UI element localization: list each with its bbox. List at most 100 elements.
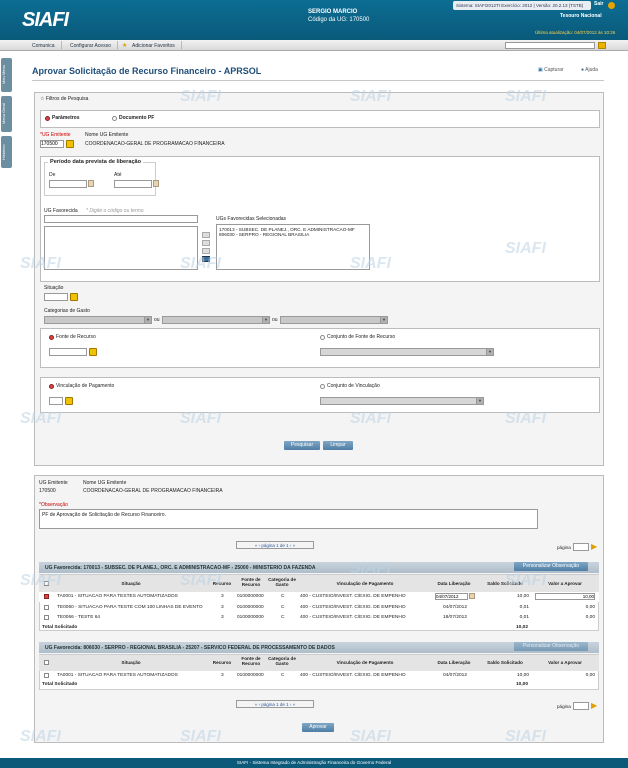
categoria-select-2[interactable]: ▼ bbox=[162, 316, 270, 324]
side-tab-historico[interactable]: Histórico bbox=[1, 136, 12, 168]
observacao-label: *Observação bbox=[39, 502, 68, 508]
search-icon[interactable] bbox=[89, 348, 97, 356]
ug-favorecida-input[interactable] bbox=[44, 215, 198, 223]
calendar-icon[interactable] bbox=[469, 593, 475, 599]
go-page-icon[interactable]: ▶ bbox=[591, 543, 597, 551]
table-row[interactable]: TA0001 - SITUACAO PARA TESTES AUTOMATIZA… bbox=[39, 592, 599, 602]
side-tab-menu-geral[interactable]: Menu Geral bbox=[1, 96, 12, 132]
tab-configurar-acesso[interactable]: Configurar Acesso bbox=[64, 41, 118, 51]
valor-aprovar-input[interactable] bbox=[535, 593, 595, 600]
move-left-icon[interactable] bbox=[202, 248, 210, 254]
prev-page-icon[interactable]: ‹ bbox=[259, 702, 261, 707]
pagination[interactable]: « ‹ página 1 de 1 › » bbox=[236, 541, 314, 549]
ou-label: ou bbox=[154, 317, 160, 323]
row-checkbox[interactable] bbox=[44, 615, 49, 620]
vinculacao-box bbox=[40, 377, 600, 413]
radio-conjunto-fonte[interactable] bbox=[320, 335, 325, 340]
aprovar-button[interactable]: Aprovar bbox=[302, 723, 334, 732]
cell-situacao: TE0060 - SITUACAO PARA TESTE COM 100 LIN… bbox=[57, 605, 203, 610]
next-page-icon[interactable]: › bbox=[290, 702, 292, 707]
radio-parametros-label: Parâmetros bbox=[52, 115, 80, 121]
col-categoria: Categoria de Gasto bbox=[268, 577, 296, 587]
ugs-selecionadas-list[interactable]: 170013 - SUBSEC. DE PLANEJ., ORC. E ADMI… bbox=[216, 224, 370, 270]
cell-categoria: C bbox=[281, 605, 285, 610]
last-page-icon[interactable]: » bbox=[293, 702, 296, 707]
tab-comunica[interactable]: Comunica bbox=[26, 41, 62, 51]
logout-icon[interactable] bbox=[608, 2, 615, 9]
ajuda-link[interactable]: ● Ajuda bbox=[581, 67, 598, 73]
fonte-recurso-input[interactable] bbox=[49, 348, 87, 356]
data-liberacao-input[interactable] bbox=[435, 593, 468, 600]
row-checkbox[interactable] bbox=[44, 673, 49, 678]
radio-fonte-recurso[interactable] bbox=[49, 335, 54, 340]
pagination[interactable]: « ‹ página 1 de 1 › » bbox=[236, 700, 314, 708]
col-data: Data Liberação bbox=[437, 660, 471, 665]
go-page-icon[interactable]: ▶ bbox=[591, 702, 597, 710]
watermark-logo: SIAFI bbox=[180, 572, 221, 589]
cell-recurso: 3 bbox=[221, 673, 224, 678]
radio-parametros[interactable] bbox=[45, 116, 50, 121]
cell-saldo: 0,01 bbox=[519, 615, 529, 620]
filter-legend-label: Filtros de Pesquisa bbox=[45, 96, 89, 102]
periodo-legend: Período data prevista de liberação bbox=[48, 159, 144, 165]
limpar-button[interactable]: Limpar bbox=[323, 441, 353, 450]
result-ug-emitente-value: 170500 bbox=[39, 488, 56, 494]
situacao-input[interactable] bbox=[44, 293, 68, 301]
select-all-checkbox[interactable] bbox=[44, 660, 49, 665]
logout-link[interactable]: Sair bbox=[594, 1, 603, 7]
calendar-icon[interactable] bbox=[88, 180, 94, 187]
watermark-logo: SIAFI bbox=[180, 255, 221, 272]
ug-selecionada-item[interactable]: 806030 - SERPRO - REGIONAL BRASILIA bbox=[219, 232, 367, 237]
table-row[interactable]: TE0060 - SITUACAO PARA TESTE COM 100 LIN… bbox=[39, 603, 599, 613]
page-number-input[interactable] bbox=[573, 702, 589, 710]
data-de-input[interactable] bbox=[49, 180, 87, 188]
search-icon[interactable] bbox=[70, 293, 78, 301]
data-ate-input[interactable] bbox=[114, 180, 152, 188]
categoria-select-3[interactable]: ▼ bbox=[280, 316, 388, 324]
calendar-icon[interactable] bbox=[153, 180, 159, 187]
page-title: Aprovar Solicitação de Recurso Financeir… bbox=[32, 66, 262, 76]
tab-adicionar-favoritos[interactable]: ★ Adicionar Favoritos bbox=[118, 41, 182, 51]
watermark-logo: SIAFI bbox=[350, 728, 391, 745]
prev-page-icon[interactable]: ‹ bbox=[259, 543, 261, 548]
side-tab-meu-menu[interactable]: Meu Menu bbox=[1, 58, 12, 92]
vinculacao-input[interactable] bbox=[49, 397, 63, 405]
row-checkbox[interactable] bbox=[44, 605, 49, 610]
radio-conjunto-vinculacao[interactable] bbox=[320, 384, 325, 389]
conjunto-fonte-select[interactable]: ▼ bbox=[320, 348, 494, 356]
first-page-icon[interactable]: « bbox=[255, 702, 258, 707]
pagina-label: página bbox=[557, 545, 571, 550]
menu-search-button[interactable] bbox=[598, 42, 606, 49]
personalizar-observacao-button[interactable]: Personalizar Observação bbox=[514, 562, 588, 571]
move-right-icon[interactable] bbox=[202, 232, 210, 238]
categoria-select-1[interactable]: ▼ bbox=[44, 316, 152, 324]
watermark-logo: SIAFI bbox=[20, 255, 61, 272]
last-update: Última atualização: 04/07/2012 às 10:26 bbox=[535, 30, 616, 35]
search-icon[interactable] bbox=[66, 140, 74, 148]
move-all-right-icon[interactable] bbox=[202, 240, 210, 246]
next-page-icon[interactable]: › bbox=[290, 543, 292, 548]
table-row[interactable]: TA0001 - SITUACAO PARA TESTES AUTOMATIZA… bbox=[39, 671, 599, 681]
capturar-link[interactable]: ▣ Capturar bbox=[538, 67, 564, 73]
filter-legend[interactable]: ☆ Filtros de Pesquisa bbox=[40, 96, 88, 102]
ug-emitente-input[interactable] bbox=[40, 140, 64, 148]
periodo-fieldset bbox=[44, 162, 156, 196]
conjunto-vinculacao-select[interactable]: ▼ bbox=[320, 397, 484, 405]
de-label: De bbox=[49, 172, 56, 178]
result-ug-emitente-label: UG Emitente bbox=[39, 480, 68, 486]
first-page-icon[interactable]: « bbox=[255, 543, 258, 548]
last-page-icon[interactable]: » bbox=[293, 543, 296, 548]
menu-search-input[interactable] bbox=[505, 42, 595, 49]
radio-vinculacao[interactable] bbox=[49, 384, 54, 389]
user-info: SERGIO MARCIO Código da UG: 170500 bbox=[308, 8, 369, 24]
watermark-logo: SIAFI bbox=[180, 410, 221, 427]
row-checkbox[interactable] bbox=[44, 594, 49, 599]
radio-documento-pf[interactable] bbox=[112, 116, 117, 121]
page-number-input[interactable] bbox=[573, 543, 589, 551]
personalizar-observacao-button[interactable]: Personalizar Observação bbox=[514, 642, 588, 651]
observacao-textarea[interactable]: PF de Aprovação de Solicitação de Recurs… bbox=[39, 509, 538, 529]
table-row[interactable]: TE0066 - TESTE 64 3 0100000000 C 400 - C… bbox=[39, 613, 599, 623]
ug-favorecida-list[interactable] bbox=[44, 226, 198, 270]
search-icon[interactable] bbox=[65, 397, 73, 405]
pesquisar-button[interactable]: Pesquisar bbox=[284, 441, 320, 450]
